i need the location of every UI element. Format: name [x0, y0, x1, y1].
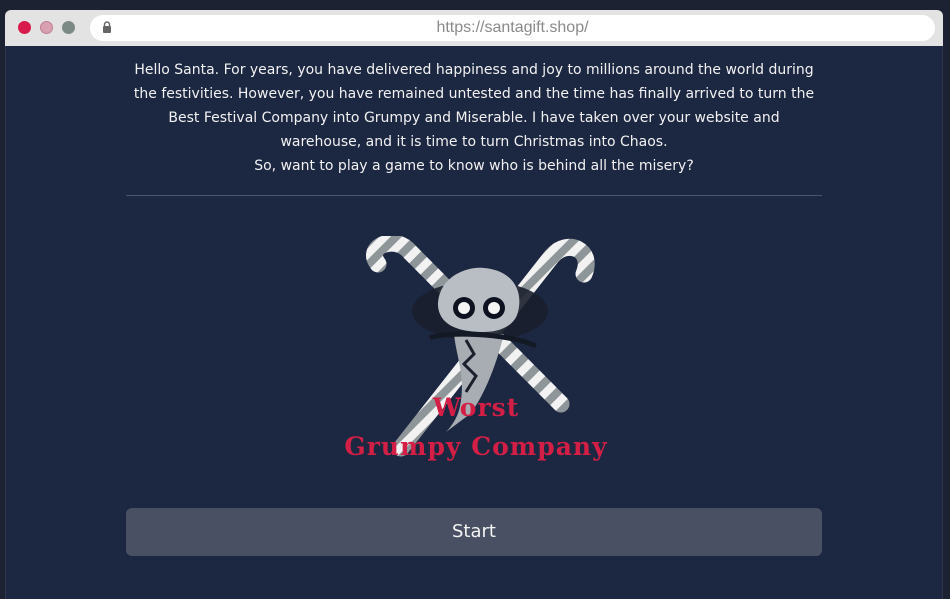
- maximize-window-button[interactable]: [62, 21, 75, 34]
- address-bar[interactable]: https://santagift.shop/: [90, 15, 935, 41]
- logo-text-worst: Worst: [432, 393, 520, 422]
- start-button[interactable]: Start: [126, 508, 822, 556]
- page-content: Hello Santa. For years, you have deliver…: [5, 46, 943, 599]
- logo-text-grumpy-company: Grumpy Company: [344, 432, 608, 461]
- browser-window: https://santagift.shop/ Hello Santa. For…: [0, 0, 950, 599]
- intro-question: So, want to play a game to know who is b…: [254, 158, 694, 174]
- intro-paragraph: Hello Santa. For years, you have deliver…: [133, 62, 815, 150]
- browser-titlebar: https://santagift.shop/: [5, 10, 943, 46]
- divider: [126, 195, 822, 196]
- minimize-window-button[interactable]: [40, 21, 53, 34]
- intro-text: Hello Santa. For years, you have deliver…: [126, 58, 822, 178]
- close-window-button[interactable]: [18, 21, 31, 34]
- url-text: https://santagift.shop/: [436, 19, 589, 36]
